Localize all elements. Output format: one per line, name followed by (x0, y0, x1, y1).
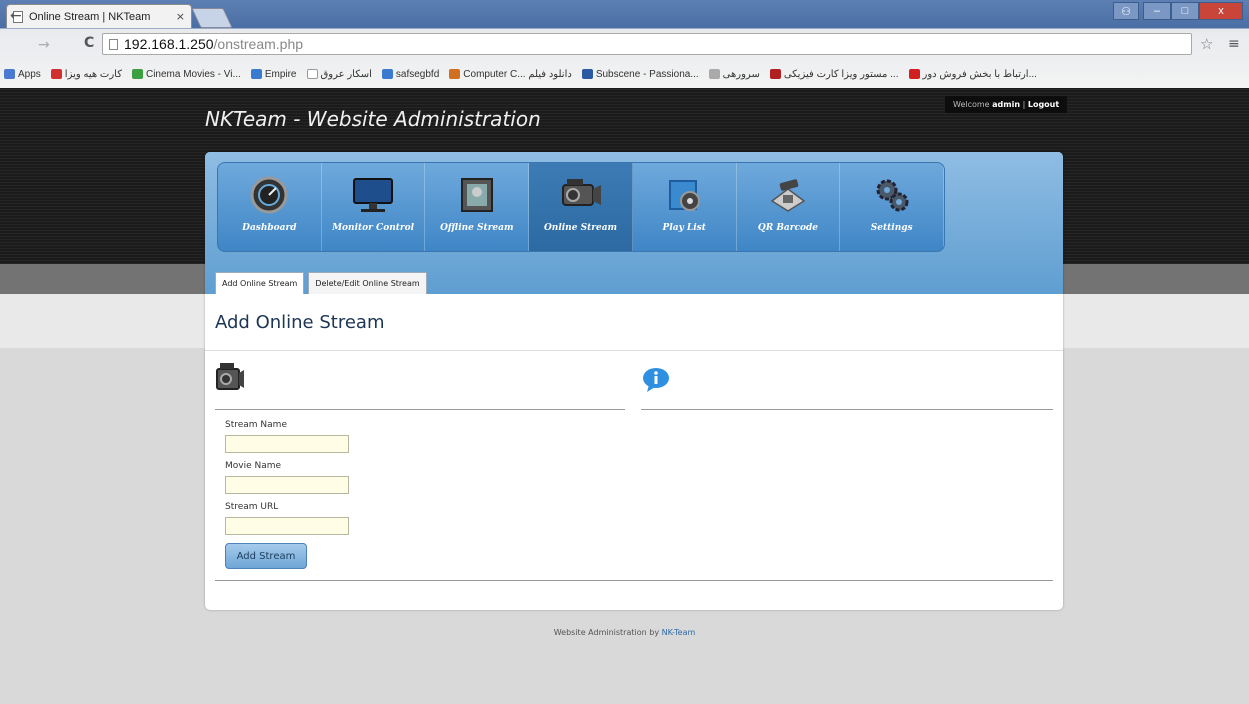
bookmark-item[interactable]: مستور ویزا کارت فیزیکی ... (769, 69, 899, 80)
nav-dashboard[interactable]: Dashboard (218, 163, 322, 251)
film-icon (455, 175, 499, 215)
url-path: /onstream.php (213, 36, 304, 52)
tab-add-online-stream[interactable]: Add Online Stream (215, 272, 305, 294)
nav-settings[interactable]: Settings (840, 163, 944, 251)
panel-header: Dashboard Monitor Control Offline Stream… (205, 152, 1063, 294)
bookmark-favicon-icon (581, 69, 593, 79)
info-icon (643, 368, 669, 392)
page-info-icon[interactable] (109, 38, 118, 50)
bookmark-item[interactable]: سرورهی (708, 69, 760, 80)
stream-url-input[interactable] (225, 517, 349, 535)
bookmark-favicon-icon (306, 69, 318, 79)
bookmarks-bar: Apps کارت هیه ویزا Cinema Movies - Vi...… (0, 64, 1249, 84)
site-title: NKTeam - Website Administration (205, 107, 541, 131)
info-section-header (641, 357, 1053, 410)
add-stream-button[interactable]: Add Stream (225, 543, 307, 569)
tab-close-icon[interactable]: × (176, 10, 185, 23)
browser-tab[interactable]: Online Stream | NKTeam × (6, 4, 192, 28)
window-controls: ⚇ – □ x (1113, 2, 1243, 20)
footer: Website Administration by NK-Team (0, 628, 1249, 637)
welcome-text: Welcome (953, 100, 990, 109)
stream-name-input[interactable] (225, 435, 349, 453)
tab-title: Online Stream | NKTeam (29, 10, 151, 23)
browser-menu-icon[interactable]: ≡ (1228, 36, 1240, 52)
playlist-icon (662, 175, 706, 215)
footer-link[interactable]: NK-Team (662, 628, 696, 637)
gears-icon (870, 175, 914, 215)
main-panel: Dashboard Monitor Control Offline Stream… (205, 152, 1063, 610)
bookmark-favicon-icon (250, 69, 262, 79)
page-title: Add Online Stream (215, 312, 385, 333)
maximize-button[interactable]: □ (1171, 2, 1199, 20)
welcome-separator: | (1022, 100, 1026, 109)
bookmark-item[interactable]: safsegbfd (381, 69, 439, 80)
bookmark-item[interactable]: Subscene - Passiona... (581, 69, 699, 80)
form-section-header (215, 357, 625, 410)
movie-name-input[interactable] (225, 476, 349, 494)
nav-monitor-control[interactable]: Monitor Control (322, 163, 426, 251)
browser-chrome: Online Stream | NKTeam × ⚇ – □ x ← → C 1… (0, 0, 1249, 88)
bookmark-favicon-icon (908, 69, 920, 79)
dashboard-icon (247, 175, 291, 215)
bookmark-favicon-icon (50, 69, 62, 79)
url-host: 192.168.1.250 (124, 36, 214, 52)
logout-link[interactable]: Logout (1028, 100, 1059, 109)
forward-icon[interactable]: → (38, 37, 50, 53)
camcorder-icon (216, 363, 244, 390)
bookmark-favicon-icon (708, 69, 720, 79)
username: admin (992, 100, 1021, 109)
bookmark-item[interactable]: Computer C... دانلود فیلم (449, 69, 572, 80)
apps-grid-icon (4, 69, 15, 79)
divider (205, 350, 1063, 351)
bookmark-favicon-icon (769, 69, 781, 79)
bookmark-item[interactable]: Cinema Movies - Vi... (131, 69, 241, 80)
nav-play-list[interactable]: Play List (633, 163, 737, 251)
bookmark-star-icon[interactable]: ☆ (1200, 35, 1213, 53)
minimize-button[interactable]: – (1143, 2, 1171, 20)
footer-text: Website Administration by (553, 628, 660, 637)
new-tab-button[interactable] (191, 8, 233, 28)
stream-name-label: Stream Name (225, 420, 287, 430)
movie-name-label: Movie Name (225, 461, 282, 471)
qr-scanner-icon (766, 175, 810, 215)
tab-delete-edit-online-stream[interactable]: Delete/Edit Online Stream (308, 272, 427, 294)
tab-strip: Online Stream | NKTeam × ⚇ – □ x (0, 0, 1249, 28)
bookmark-favicon-icon (381, 69, 393, 79)
address-bar[interactable]: 192.168.1.250/onstream.php (102, 33, 1192, 55)
nav-qr-barcode[interactable]: QR Barcode (737, 163, 841, 251)
bookmark-apps[interactable]: Apps (4, 69, 41, 80)
close-window-button[interactable]: x (1199, 2, 1243, 20)
monitor-icon (351, 175, 395, 215)
bookmark-favicon-icon (131, 69, 143, 79)
bookmark-item[interactable]: کارت هیه ویزا (50, 69, 122, 80)
add-stream-form: Stream Name Movie Name Stream URL Add St… (225, 420, 349, 569)
bookmark-item[interactable]: ارتباط با بخش فروش دور... (908, 69, 1037, 80)
camcorder-icon (559, 175, 603, 215)
bookmark-favicon-icon (449, 69, 461, 79)
user-profile-icon[interactable]: ⚇ (1113, 2, 1139, 20)
divider (215, 580, 1053, 581)
sub-tabs: Add Online Stream Delete/Edit Online Str… (215, 272, 427, 294)
back-icon[interactable]: ← (10, 8, 22, 24)
reload-icon[interactable]: C (84, 35, 94, 51)
bookmark-item[interactable]: اسکار عروق (306, 69, 372, 80)
nav-offline-stream[interactable]: Offline Stream (425, 163, 530, 251)
bookmark-item[interactable]: Empire (250, 69, 297, 80)
stream-url-label: Stream URL (225, 502, 279, 512)
main-nav: Dashboard Monitor Control Offline Stream… (217, 162, 945, 252)
welcome-bar: Welcome admin | Logout (945, 96, 1068, 113)
nav-online-stream[interactable]: Online Stream (529, 163, 633, 251)
